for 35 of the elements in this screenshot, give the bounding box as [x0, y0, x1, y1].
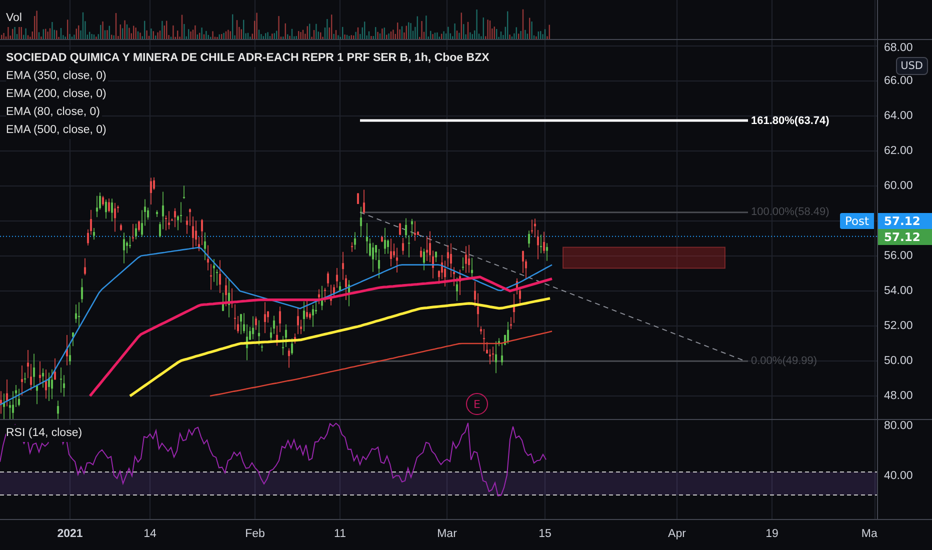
fibonacci-level-label: 0.00%(49.99): [751, 354, 818, 368]
price-tick: 62.00: [884, 144, 913, 158]
chart-title: SOCIEDAD QUIMICA Y MINERA DE CHILE ADR-EACH REPR 1 PRF SER B, 1h, Cboe BZX: [6, 50, 492, 67]
indicator-label[interactable]: EMA (500, close, 0): [6, 122, 108, 139]
price-tick: 54.00: [884, 284, 913, 298]
volume-label: Vol: [6, 10, 24, 27]
indicator-label[interactable]: EMA (80, close, 0): [6, 104, 102, 121]
price-tag: 57.12: [878, 229, 932, 245]
rsi-tick: 80.00: [884, 420, 913, 433]
indicator-label[interactable]: EMA (350, close, 0): [6, 68, 108, 85]
price-tick: 56.00: [884, 249, 913, 263]
rsi-tick: 40.00: [884, 469, 913, 483]
price-tick: 64.00: [884, 109, 913, 123]
price-tick: 60.00: [884, 179, 913, 193]
price-tick: 50.00: [884, 354, 913, 368]
fibonacci-level-label: 161.80%(63.74): [751, 114, 830, 128]
time-tick: 14: [144, 528, 156, 540]
post-badge: Post: [840, 213, 874, 229]
time-tick: 19: [766, 528, 778, 540]
time-tick: Ma: [861, 528, 878, 540]
time-tick: 11: [334, 528, 346, 540]
rsi-label: RSI (14, close): [6, 425, 84, 442]
time-tick: 2021: [57, 528, 83, 540]
indicator-label[interactable]: EMA (200, close, 0): [6, 86, 108, 103]
price-tick: 52.00: [884, 319, 913, 333]
price-tick: 48.00: [884, 389, 913, 403]
time-tick: Mar: [437, 528, 457, 540]
price-tag: 57.12: [878, 213, 932, 229]
time-tick: 15: [538, 528, 552, 540]
price-tick: 68.00: [884, 41, 913, 55]
currency-button[interactable]: USD: [896, 57, 928, 75]
time-tick: Apr: [668, 528, 686, 540]
fibonacci-level-label: 100.00%(58.49): [751, 205, 830, 220]
price-tick: 66.00: [884, 74, 913, 88]
time-tick: Feb: [245, 528, 265, 540]
